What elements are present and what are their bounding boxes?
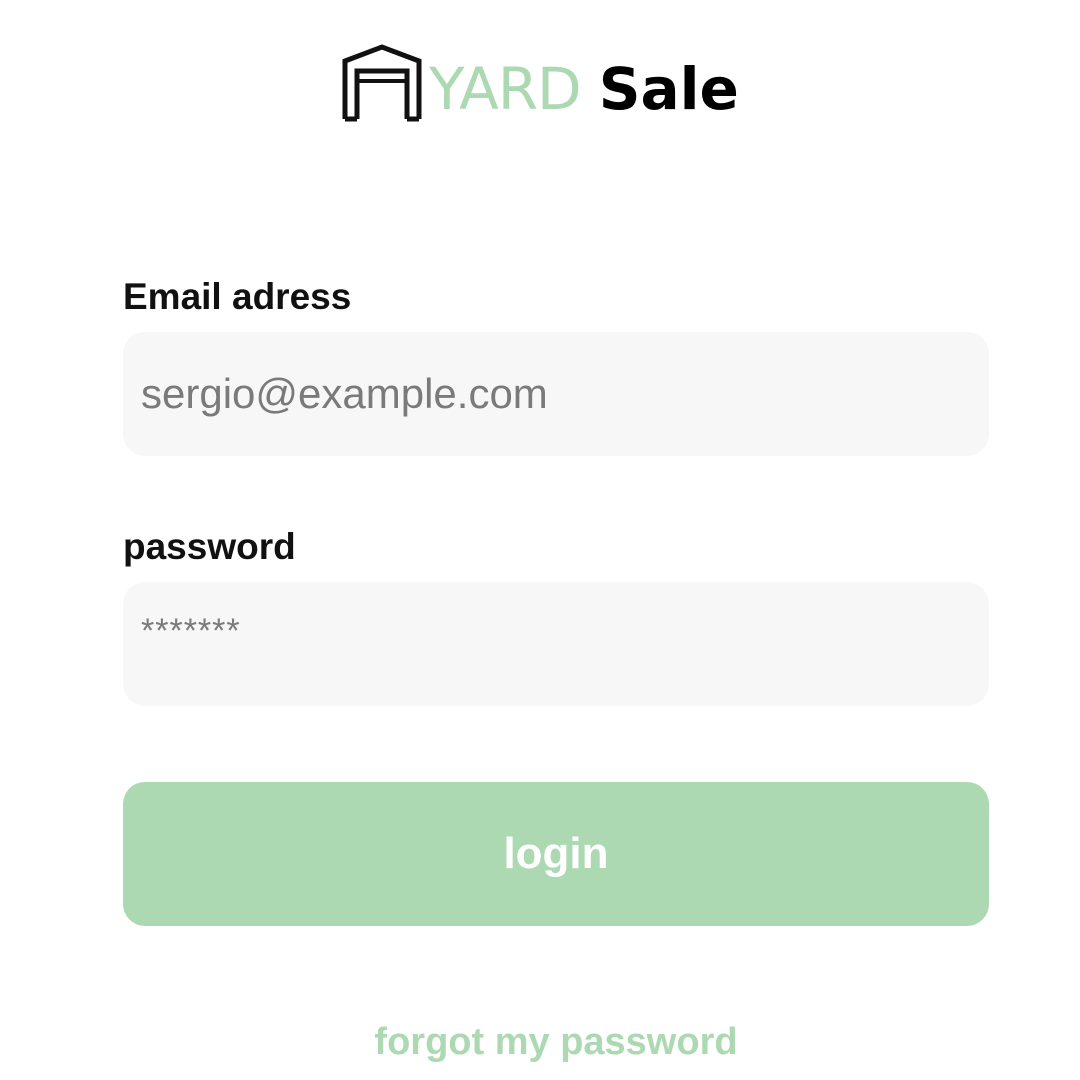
password-input-box — [123, 582, 989, 706]
email-field-group: Email adress — [123, 272, 989, 456]
brand-logo: YARD Sale — [0, 38, 1080, 128]
email-field[interactable] — [141, 370, 971, 418]
brand-name-yard: YARD — [429, 55, 582, 123]
garage-door-icon — [341, 43, 423, 123]
email-input-box — [123, 332, 989, 456]
brand-name-sale: Sale — [598, 55, 739, 123]
email-label: Email adress — [123, 276, 352, 317]
password-field[interactable] — [141, 612, 971, 651]
login-form: Email adress password login forgot my pa… — [123, 272, 989, 1064]
login-page: YARD Sale Email adress password login fo… — [0, 0, 1080, 1080]
password-label: password — [123, 526, 296, 567]
password-field-group: password — [123, 522, 989, 706]
login-button[interactable]: login — [123, 782, 989, 926]
forgot-password-link[interactable]: forgot my password — [123, 1020, 989, 1064]
